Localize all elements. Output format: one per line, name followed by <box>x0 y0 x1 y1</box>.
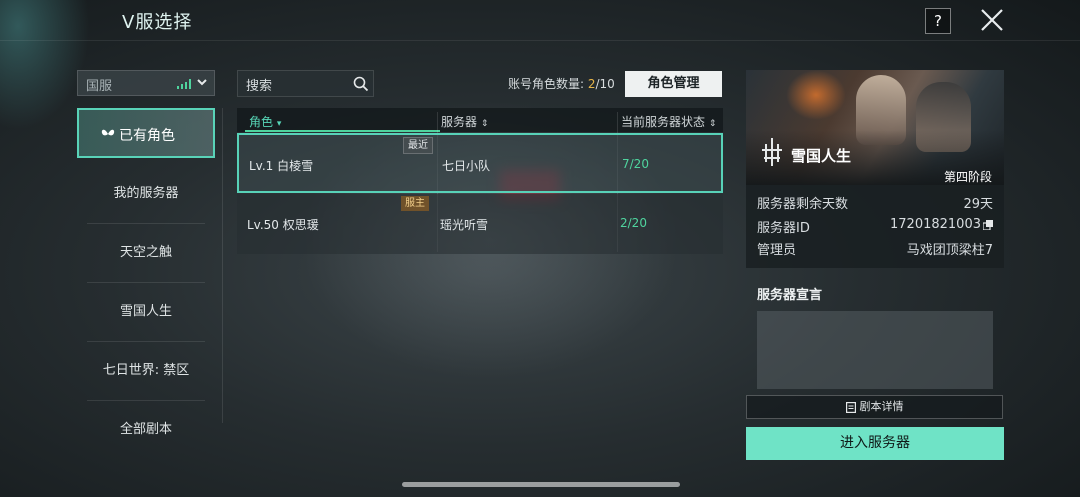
search-icon <box>353 76 369 92</box>
column-header-server[interactable]: 服务器 ⇕ <box>441 113 488 130</box>
search-input[interactable]: 搜索 <box>237 70 374 97</box>
table-row[interactable]: 服主 Lv.50 权思瑗 瑶光听雪 2/20 <box>237 194 723 254</box>
server-stage: 第四阶段 <box>943 170 992 184</box>
table-row[interactable]: 最近 Lv.1 白棱雪 七日小队 7/20 <box>237 133 723 193</box>
chevron-down-icon <box>197 79 207 86</box>
sidebar-divider <box>222 108 223 423</box>
sidebar-item-seven-days[interactable]: 七日世界: 禁区 <box>87 342 205 401</box>
help-button[interactable]: ? <box>925 8 951 34</box>
account-role-count-label: 账号角色数量: <box>508 77 588 91</box>
home-indicator <box>402 482 680 487</box>
script-detail-label: 剧本详情 <box>859 400 904 413</box>
table-header: 角色 ▾ 服务器 ⇕ 当前服务器状态 ⇕ <box>237 108 723 132</box>
account-role-count: 账号角色数量: 2/10 <box>508 75 615 92</box>
region-select[interactable]: 国服 <box>77 70 215 96</box>
page-title: V服选择 <box>122 12 193 33</box>
sidebar-item-sky-touch[interactable]: 天空之触 <box>87 224 205 283</box>
server-emblem-icon <box>762 138 782 166</box>
server-id-row: 服务器ID 17201821003 <box>757 217 993 236</box>
declaration-title: 服务器宣言 <box>757 288 823 303</box>
server-id-value-wrap: 17201821003 <box>890 217 993 232</box>
document-icon <box>845 401 856 413</box>
search-placeholder: 搜索 <box>246 79 273 94</box>
server-name: 七日小队 <box>442 159 491 173</box>
sidebar-item-label: 已有角色 <box>119 128 175 144</box>
signal-icon <box>177 79 191 89</box>
detail-value: 马戏团顶梁柱7 <box>906 243 993 258</box>
role-name: Lv.1 白棱雪 <box>249 159 314 173</box>
detail-label: 服务器剩余天数 <box>757 197 849 212</box>
server-days-left-row: 服务器剩余天数 29天 <box>757 193 993 212</box>
close-button[interactable] <box>978 6 1006 34</box>
region-select-value: 国服 <box>86 79 113 94</box>
server-title: 雪国人生 <box>791 147 852 165</box>
header-divider <box>0 40 1080 41</box>
sidebar-item-my-servers[interactable]: 我的服务器 <box>87 165 205 224</box>
role-name: Lv.50 权思瑗 <box>247 218 319 232</box>
detail-value: 29天 <box>963 197 993 212</box>
enter-server-button[interactable]: 进入服务器 <box>746 427 1004 460</box>
server-status: 2/20 <box>620 216 647 230</box>
role-management-button[interactable]: 角色管理 <box>625 71 722 97</box>
detail-label: 管理员 <box>757 243 797 258</box>
sidebar-item-snow-country[interactable]: 雪国人生 <box>87 283 205 342</box>
active-sort-underline <box>245 130 440 132</box>
recent-badge: 最近 <box>403 137 433 154</box>
copy-icon[interactable] <box>983 219 993 230</box>
owner-badge: 服主 <box>401 196 429 211</box>
sidebar-item-all-scripts[interactable]: 全部剧本 <box>87 401 205 459</box>
detail-value: 17201821003 <box>890 217 981 232</box>
butterfly-icon <box>101 129 115 136</box>
sidebar-item-existing-roles[interactable]: 已有角色 <box>77 108 215 158</box>
server-info-card: 雪国人生 第四阶段 服务器剩余天数 29天 服务器ID 17201821003 … <box>746 70 1004 268</box>
script-detail-button[interactable]: 剧本详情 <box>746 395 1003 419</box>
account-role-count-current: 2 <box>587 77 596 91</box>
column-header-role[interactable]: 角色 ▾ <box>249 113 281 130</box>
detail-label: 服务器ID <box>757 221 810 236</box>
column-header-status[interactable]: 当前服务器状态 ⇕ <box>621 113 716 130</box>
server-admin-row: 管理员 马戏团顶梁柱7 <box>757 239 993 258</box>
account-role-count-max: /10 <box>595 77 615 91</box>
declaration-box <box>757 311 993 389</box>
server-status: 7/20 <box>622 157 649 171</box>
close-icon <box>981 9 1003 31</box>
server-name: 瑶光听雪 <box>440 218 489 232</box>
